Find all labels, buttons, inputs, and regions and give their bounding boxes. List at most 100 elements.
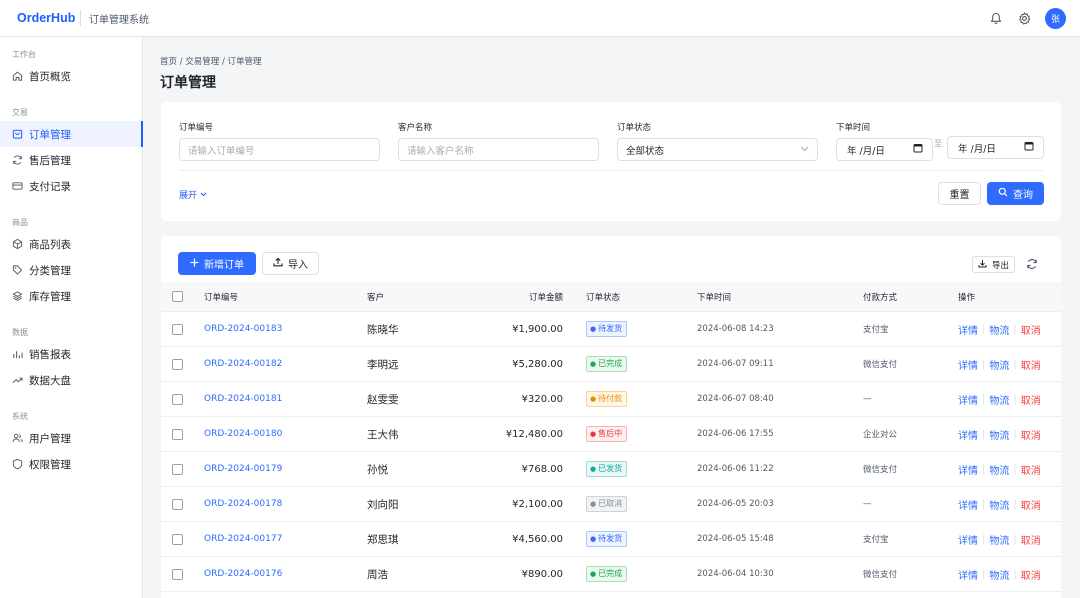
sidebar-item[interactable]: 销售报表 (0, 341, 142, 367)
select-all-checkbox[interactable] (172, 291, 183, 302)
sidebar-item-label: 商品列表 (29, 238, 71, 251)
calendar-icon (913, 143, 923, 156)
order-amount: ¥4,560.00 (512, 533, 563, 545)
cancel-link[interactable]: 取消 (1021, 392, 1041, 407)
customer-input[interactable]: 请输入客户名称 (398, 138, 599, 161)
logistics-link[interactable]: 物流 (989, 392, 1009, 407)
row-checkbox[interactable] (172, 463, 183, 475)
sidebar-item[interactable]: 订单管理 (0, 121, 143, 147)
table-row: ORD-2024-00176 周浩 ¥890.00 ● 已完成 2024-06-… (161, 557, 1061, 592)
customer-label: 客户名称 (398, 123, 433, 133)
date-range-separator: 至 (934, 139, 942, 148)
bar-chart-icon (12, 349, 23, 360)
status-dot-icon: ● (590, 395, 597, 403)
sidebar-item-label: 销售报表 (29, 348, 71, 361)
row-actions: 详情 | 物流 | 取消 (958, 347, 1041, 381)
detail-link[interactable]: 详情 (958, 567, 978, 582)
brand-logo[interactable]: OrderHub (0, 11, 84, 25)
refresh-icon[interactable] (1025, 257, 1039, 271)
row-checkbox[interactable] (172, 533, 183, 545)
logistics-link[interactable]: 物流 (989, 497, 1009, 512)
cancel-link[interactable]: 取消 (1021, 497, 1041, 512)
gear-icon[interactable] (1017, 11, 1031, 25)
row-checkbox[interactable] (172, 323, 183, 335)
detail-link[interactable]: 详情 (958, 427, 978, 442)
detail-link[interactable]: 详情 (958, 322, 978, 337)
sidebar-item-label: 支付记录 (29, 180, 71, 193)
date-start-input[interactable]: 年 /月/日 (836, 138, 933, 161)
import-button[interactable]: 导入 (262, 252, 319, 275)
row-checkbox[interactable] (172, 568, 183, 580)
col-status: 订单状态 (586, 292, 621, 303)
sidebar-item[interactable]: 数据大盘 (0, 367, 142, 393)
logistics-link[interactable]: 物流 (989, 462, 1009, 477)
sidebar-item[interactable]: 权限管理 (0, 451, 142, 477)
logistics-link[interactable]: 物流 (989, 567, 1009, 582)
status-label: 订单状态 (617, 123, 652, 133)
logistics-link[interactable]: 物流 (989, 532, 1009, 547)
sidebar-group-label: 工作台 (12, 50, 36, 59)
row-checkbox[interactable] (172, 393, 183, 405)
detail-link[interactable]: 详情 (958, 357, 978, 372)
date-end-input[interactable]: 年 /月/日 (947, 136, 1044, 159)
order-amount: ¥890.00 (521, 568, 563, 580)
logistics-link[interactable]: 物流 (989, 322, 1009, 337)
export-button[interactable]: 导出 (972, 256, 1015, 273)
user-avatar[interactable]: 张 (1045, 7, 1066, 29)
sidebar-item[interactable]: 商品列表 (0, 231, 142, 257)
logistics-link[interactable]: 物流 (989, 357, 1009, 372)
detail-link[interactable]: 详情 (958, 497, 978, 512)
row-checkbox[interactable] (172, 498, 183, 510)
filter-divider (179, 170, 1043, 171)
order-no-link[interactable]: ORD-2024-00177 (204, 534, 282, 544)
sidebar-item[interactable]: 首页概览 (0, 63, 142, 89)
expand-toggle[interactable]: 展开 (179, 188, 207, 201)
table-row: ORD-2024-00178 刘向阳 ¥2,100.00 ● 已取消 2024-… (161, 487, 1061, 522)
status-badge: ● 待发货 (586, 531, 628, 547)
cancel-link[interactable]: 取消 (1021, 322, 1041, 337)
status-dot-icon: ● (590, 500, 597, 508)
status-text: 待发货 (598, 534, 623, 543)
sidebar-item[interactable]: 支付记录 (0, 173, 142, 199)
detail-link[interactable]: 详情 (958, 462, 978, 477)
orders-table-card: 新增订单 导入 导出 订单编号 客户 订单金额 订单状态 下单时间 付款方式 操… (161, 236, 1061, 598)
row-checkbox[interactable] (172, 358, 183, 370)
order-no-input[interactable]: 请输入订单编号 (179, 138, 380, 161)
cube-icon (12, 238, 23, 250)
order-no-link[interactable]: ORD-2024-00181 (204, 394, 282, 404)
cancel-link[interactable]: 取消 (1021, 462, 1041, 477)
sidebar-item[interactable]: 库存管理 (0, 283, 142, 309)
order-no-link[interactable]: ORD-2024-00176 (204, 569, 282, 579)
query-button[interactable]: 查询 (987, 182, 1044, 205)
order-no-link[interactable]: ORD-2024-00183 (204, 324, 282, 334)
order-no-link[interactable]: ORD-2024-00179 (204, 464, 282, 474)
detail-link[interactable]: 详情 (958, 532, 978, 547)
date-field: 下单时间 年 /月/日 (836, 121, 933, 161)
row-checkbox[interactable] (172, 428, 183, 440)
add-order-button[interactable]: 新增订单 (178, 252, 256, 275)
order-time: 2024-06-06 11:22 (697, 464, 774, 474)
sidebar-item[interactable]: 分类管理 (0, 257, 142, 283)
customer-field: 客户名称 请输入客户名称 (398, 121, 599, 161)
sidebar-item[interactable]: 售后管理 (0, 147, 142, 173)
cancel-link[interactable]: 取消 (1021, 567, 1041, 582)
cancel-link[interactable]: 取消 (1021, 357, 1041, 372)
cancel-link[interactable]: 取消 (1021, 427, 1041, 442)
customer-name: 刘向阳 (367, 498, 399, 511)
order-no-link[interactable]: ORD-2024-00178 (204, 499, 282, 509)
order-no-link[interactable]: ORD-2024-00180 (204, 429, 282, 439)
refresh-icon (12, 155, 23, 166)
status-badge: ● 待付款 (586, 391, 628, 407)
cancel-link[interactable]: 取消 (1021, 532, 1041, 547)
logistics-link[interactable]: 物流 (989, 427, 1009, 442)
sidebar-item[interactable]: 用户管理 (0, 425, 142, 451)
status-text: 售后中 (598, 429, 623, 438)
col-order-no: 订单编号 (204, 292, 239, 303)
status-select[interactable]: 全部状态 (617, 138, 818, 161)
home-icon (12, 71, 23, 82)
detail-link[interactable]: 详情 (958, 392, 978, 407)
order-no-link[interactable]: ORD-2024-00182 (204, 359, 282, 369)
col-ops: 操作 (958, 292, 976, 303)
bell-icon[interactable] (989, 11, 1003, 25)
reset-button[interactable]: 重置 (938, 182, 981, 205)
